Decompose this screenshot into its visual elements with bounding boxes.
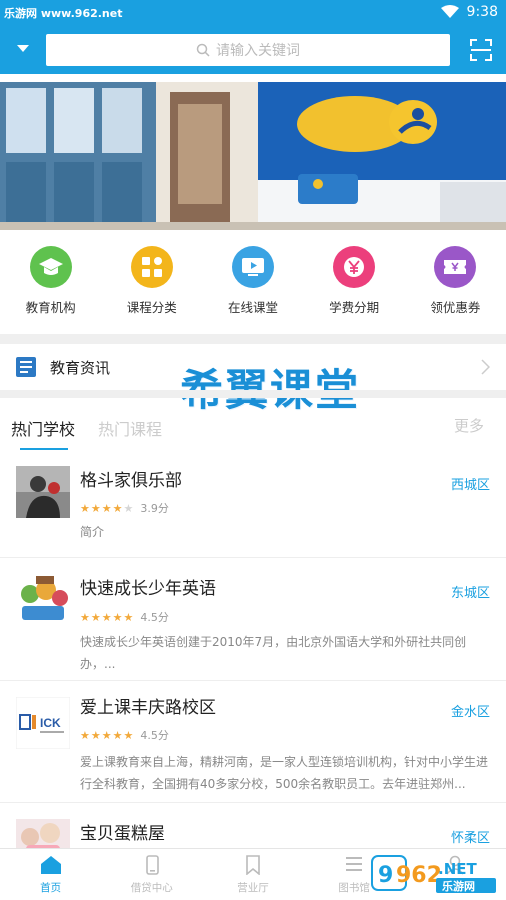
star-icon: ★ bbox=[80, 728, 90, 742]
rating-score: 4.5分 bbox=[140, 729, 169, 742]
section-divider bbox=[0, 334, 506, 344]
nav-service-hall[interactable]: 营业厅 bbox=[202, 849, 303, 900]
school-name: 格斗家俱乐部 bbox=[80, 471, 182, 491]
news-title: 教育资讯 bbox=[50, 358, 111, 377]
list-item[interactable]: 快速成长少年英语 东城区 ★ ★ ★ ★ ★ 4.5分 快速成长少年英语创建于2… bbox=[0, 558, 506, 681]
search-icon bbox=[196, 43, 210, 57]
home-icon bbox=[40, 856, 61, 874]
school-district: 怀柔区 bbox=[450, 831, 490, 846]
category-online-classroom[interactable]: 在线课堂 bbox=[202, 246, 303, 326]
rating-stars: ★ ★ ★ ★ ★ 3.9分 bbox=[80, 500, 169, 516]
status-watermark: 乐游网 www.962.net bbox=[4, 7, 123, 20]
more-link[interactable]: 更多 bbox=[454, 415, 484, 436]
category-course-categories[interactable]: 课程分类 bbox=[101, 246, 202, 326]
category-label: 在线课堂 bbox=[227, 300, 278, 315]
category-coupons[interactable]: 领优惠券 bbox=[405, 246, 506, 326]
search-placeholder: 请输入关键词 bbox=[216, 43, 300, 59]
school-thumbnail bbox=[16, 572, 70, 624]
category-tuition-installment[interactable]: 学费分期 bbox=[304, 246, 405, 326]
section-divider bbox=[0, 390, 506, 398]
tab-bar: 热门学校 热门课程 更多 bbox=[0, 406, 506, 450]
school-name: 快速成长少年英语 bbox=[80, 579, 216, 599]
brand-suffix: .NET bbox=[438, 860, 477, 878]
nav-label: 借贷中心 bbox=[130, 882, 173, 894]
yen-icon bbox=[333, 246, 376, 288]
star-icon: ★ bbox=[112, 728, 123, 742]
grid-icon bbox=[130, 246, 173, 288]
star-icon: ★ bbox=[123, 501, 134, 515]
category-education-institution[interactable]: 教育机构 bbox=[0, 246, 101, 326]
nav-home[interactable]: 首页 bbox=[0, 849, 101, 900]
school-district: 东城区 bbox=[450, 586, 490, 601]
star-half-icon: ★ bbox=[123, 728, 134, 742]
category-label: 教育机构 bbox=[25, 300, 76, 315]
wifi-icon bbox=[440, 5, 459, 18]
star-icon: ★ bbox=[90, 501, 101, 515]
banner-image[interactable] bbox=[0, 82, 506, 230]
search-input[interactable]: 请输入关键词 bbox=[46, 34, 450, 66]
star-icon: ★ bbox=[80, 610, 90, 624]
rating-score: 4.5分 bbox=[140, 611, 169, 624]
rating-stars: ★ ★ ★ ★ ★ 4.5分 bbox=[80, 727, 169, 743]
nav-label: 营业厅 bbox=[237, 882, 269, 894]
star-half-icon: ★ bbox=[112, 501, 123, 515]
star-half-icon: ★ bbox=[123, 610, 134, 624]
star-icon: ★ bbox=[101, 728, 112, 742]
star-icon: ★ bbox=[90, 610, 101, 624]
brand-number: 962 bbox=[396, 863, 442, 888]
star-icon: ★ bbox=[112, 610, 123, 624]
status-time: 9:38 bbox=[466, 4, 498, 20]
svg-text:9: 9 bbox=[378, 863, 393, 888]
category-label: 领优惠券 bbox=[430, 300, 481, 315]
library-icon bbox=[346, 857, 363, 871]
school-name: 爱上课丰庆路校区 bbox=[80, 698, 216, 718]
location-dropdown-icon[interactable] bbox=[17, 45, 29, 52]
coupon-icon bbox=[434, 246, 477, 288]
category-label: 课程分类 bbox=[126, 300, 177, 315]
category-grid: 教育机构 课程分类 在线课堂 学费分期 领优惠券 bbox=[0, 246, 506, 326]
bookmark-icon bbox=[246, 855, 260, 875]
play-icon bbox=[231, 246, 274, 288]
chevron-right-icon bbox=[481, 359, 490, 375]
rating-stars: ★ ★ ★ ★ ★ 4.5分 bbox=[80, 609, 169, 625]
school-district: 西城区 bbox=[450, 478, 490, 493]
nav-loan-center[interactable]: 借贷中心 bbox=[101, 849, 202, 900]
list-item[interactable]: ICK 爱上课丰庆路校区 金水区 ★ ★ ★ ★ ★ 4.5分 爱上课教育来自上… bbox=[0, 681, 506, 803]
brand-name: 乐游网 bbox=[442, 879, 475, 893]
school-thumbnail bbox=[16, 466, 70, 518]
school-description: 快速成长少年英语创建于2010年7月，由北京外国语大学和外研社共同创办，... bbox=[80, 635, 467, 671]
banner-photo bbox=[0, 82, 506, 230]
tab-hot-courses[interactable]: 热门课程 bbox=[98, 416, 162, 440]
list-item[interactable]: 格斗家俱乐部 西城区 ★ ★ ★ ★ ★ 3.9分 简介 bbox=[0, 452, 506, 558]
category-label: 学费分期 bbox=[329, 300, 380, 315]
tab-hot-schools[interactable]: 热门学校 bbox=[11, 416, 75, 440]
school-name: 宝贝蛋糕屋 bbox=[80, 824, 165, 844]
star-icon: ★ bbox=[80, 501, 90, 515]
star-icon: ★ bbox=[101, 501, 112, 515]
graduation-cap-icon bbox=[29, 246, 72, 288]
star-icon: ★ bbox=[101, 610, 112, 624]
rating-score: 3.9分 bbox=[140, 502, 169, 515]
school-thumbnail: ICK bbox=[16, 697, 70, 749]
phone-icon bbox=[145, 855, 159, 875]
school-district: 金水区 bbox=[450, 705, 490, 720]
news-document-icon bbox=[16, 357, 36, 377]
scan-icon[interactable] bbox=[469, 38, 493, 62]
school-list: 格斗家俱乐部 西城区 ★ ★ ★ ★ ★ 3.9分 简介 快速成长少年英语 东城… bbox=[0, 452, 506, 871]
status-bar: 乐游网 www.962.net 9:38 bbox=[0, 0, 506, 26]
brand-watermark-logo: 9 962 .NET 乐游网 bbox=[371, 855, 496, 893]
nav-label: 首页 bbox=[40, 882, 62, 894]
school-description: 爱上课教育来自上海，精耕河南，是一家人型连锁培训机构，针对中小学生进行全科教育，… bbox=[80, 755, 489, 791]
svg-text:ICK: ICK bbox=[40, 716, 61, 730]
top-bar: 请输入关键词 bbox=[0, 26, 506, 74]
star-icon: ★ bbox=[90, 728, 101, 742]
school-description: 简介 bbox=[80, 525, 105, 539]
nav-label: 图书馆 bbox=[338, 882, 370, 894]
tab-active-indicator bbox=[20, 448, 68, 450]
